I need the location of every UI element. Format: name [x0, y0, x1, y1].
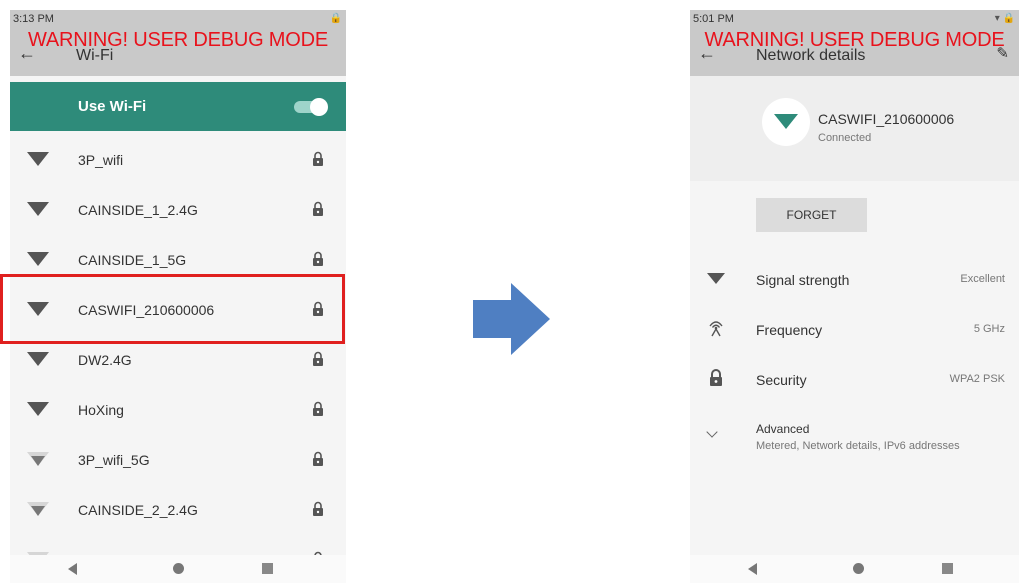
- network-row[interactable]: 3P_wifi_5G: [10, 435, 346, 485]
- info-label: Signal strength: [756, 272, 850, 288]
- nav-recents-icon[interactable]: [262, 563, 273, 574]
- wifi-signal-icon: [27, 202, 49, 216]
- security-row: Security WPA2 PSK: [690, 357, 1019, 407]
- network-name: CASWIFI_210600006: [818, 111, 955, 127]
- lock-icon: [313, 401, 323, 416]
- wifi-icon: [707, 273, 725, 284]
- network-name: 3P_wifi_5G: [78, 452, 150, 468]
- status-time: 5:01 PM: [693, 13, 734, 25]
- signal-strength-row: Signal strength Excellent: [690, 257, 1019, 307]
- lock-icon: [313, 251, 323, 266]
- debug-warning: WARNING! USER DEBUG MODE: [27, 29, 329, 51]
- forget-button[interactable]: FORGET: [756, 198, 867, 232]
- debug-warning: WARNING! USER DEBUG MODE: [704, 29, 1005, 51]
- info-value: WPA2 PSK: [949, 373, 1005, 385]
- highlight-box: [0, 274, 345, 344]
- wifi-signal-icon: [27, 452, 49, 466]
- nav-back-icon[interactable]: [68, 563, 77, 575]
- wifi-signal-icon: [27, 402, 49, 416]
- frequency-row: Frequency 5 GHz: [690, 307, 1019, 357]
- wifi-signal-icon: [27, 502, 49, 516]
- info-label: Frequency: [756, 322, 823, 338]
- lock-icon: [710, 369, 722, 386]
- info-value: Excellent: [960, 273, 1005, 285]
- network-row[interactable]: CAINSIDE_2_2.4G: [10, 485, 346, 535]
- network-name: CAINSIDE_1_5G: [78, 252, 187, 268]
- status-wifi-lock-icon: ▾ 🔒: [994, 13, 1015, 24]
- toggle-knob: [310, 98, 328, 116]
- wifi-signal-icon: [27, 352, 49, 366]
- lock-icon: [313, 151, 323, 166]
- network-name: CAINSIDE_2_2.4G: [78, 502, 198, 518]
- nav-home-icon[interactable]: [853, 563, 864, 574]
- network-name: HoXing: [78, 402, 124, 418]
- status-lock-icon: 🔒: [329, 13, 342, 24]
- network-details-screen: 5:01 PM ▾ 🔒 ← Network details ✎ WARNING!…: [690, 10, 1019, 583]
- network-name: DW2.4G: [78, 352, 132, 368]
- network-header: CASWIFI_210600006 Connected: [690, 76, 1019, 181]
- network-row[interactable]: CAINSIDE_1_2.4G: [10, 185, 346, 235]
- info-value: 5 GHz: [973, 323, 1005, 335]
- nav-back-icon[interactable]: [748, 563, 757, 575]
- advanced-subtitle: Metered, Network details, IPv6 addresses: [756, 440, 960, 452]
- nav-recents-icon[interactable]: [942, 563, 953, 574]
- advanced-label: Advanced: [756, 422, 810, 436]
- wifi-icon: [774, 114, 798, 129]
- use-wifi-row[interactable]: Use Wi-Fi: [10, 82, 346, 131]
- network-status: Connected: [818, 132, 872, 144]
- nav-bar: [690, 555, 1019, 583]
- network-name: CAINSIDE_1_2.4G: [78, 202, 198, 218]
- network-name: 3P_wifi: [78, 152, 124, 168]
- wifi-signal-icon: [27, 252, 49, 266]
- network-list: 3P_wifi CAINSIDE_1_2.4G CAINSIDE_1_5G CASWI…: [10, 135, 346, 583]
- advanced-row[interactable]: Advanced Metered, Network details, IPv6 …: [690, 407, 1019, 457]
- lock-icon: [313, 501, 323, 516]
- wifi-toggle[interactable]: [294, 98, 328, 116]
- wifi-signal-icon: [27, 152, 49, 166]
- lock-icon: [313, 451, 323, 466]
- antenna-icon: [709, 321, 723, 337]
- network-row[interactable]: 3P_wifi: [10, 135, 346, 185]
- network-row[interactable]: HoXing: [10, 385, 346, 435]
- info-label: Security: [756, 372, 807, 388]
- nav-bar: [10, 555, 346, 583]
- lock-icon: [313, 201, 323, 216]
- transition-arrow-icon: [473, 283, 550, 355]
- nav-home-icon[interactable]: [173, 563, 184, 574]
- lock-icon: [313, 351, 323, 366]
- chevron-down-icon: [706, 426, 718, 438]
- use-wifi-label: Use Wi-Fi: [78, 98, 147, 115]
- status-time: 3:13 PM: [13, 13, 54, 25]
- network-icon-circle: [762, 98, 810, 146]
